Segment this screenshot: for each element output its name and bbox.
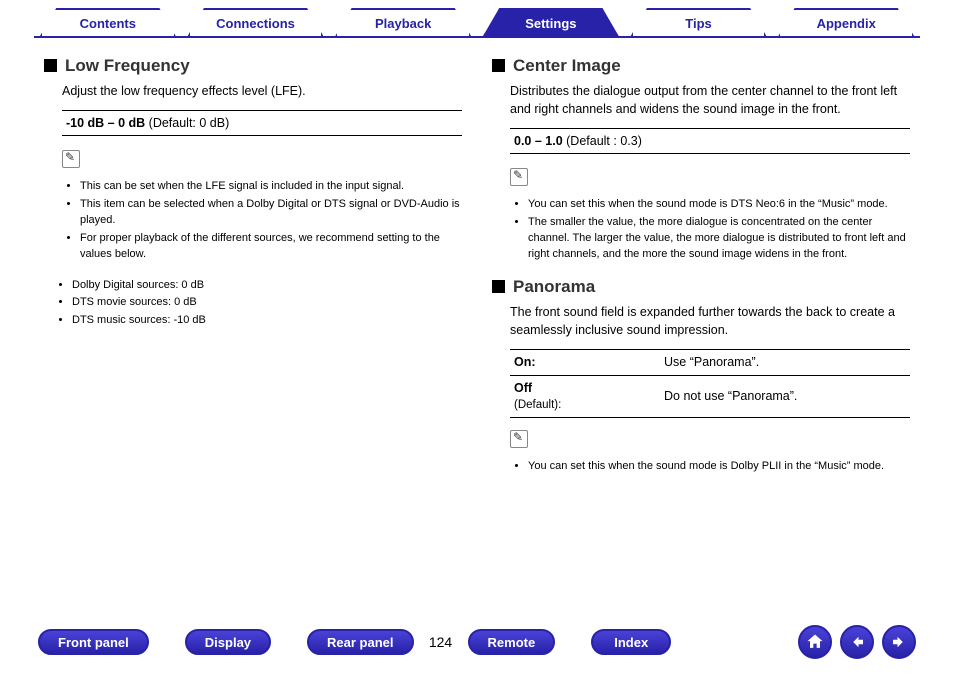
- top-tabs: Contents Connections Playback Settings T…: [34, 8, 920, 38]
- panorama-options: On: Use “Panorama”. Off(Default): Do not…: [510, 349, 910, 417]
- tab-appendix[interactable]: Appendix: [772, 8, 920, 34]
- panorama-option-off: Off(Default): Do not use “Panorama”.: [510, 376, 910, 418]
- home-icon: [805, 632, 825, 652]
- tab-tips[interactable]: Tips: [625, 8, 773, 34]
- rear-panel-button[interactable]: Rear panel: [307, 629, 413, 655]
- note-item: This item can be selected when a Dolby D…: [80, 197, 462, 229]
- panorama-desc: The front sound field is expanded furthe…: [510, 303, 910, 339]
- prev-button[interactable]: [840, 625, 874, 659]
- tab-connections[interactable]: Connections: [182, 8, 330, 34]
- left-column: Low Frequency Adjust the low frequency e…: [44, 56, 462, 603]
- note-icon: [510, 168, 528, 186]
- note-icon: [510, 430, 528, 448]
- low-frequency-range: -10 dB – 0 dB (Default: 0 dB): [62, 110, 462, 136]
- tab-settings[interactable]: Settings: [477, 8, 625, 34]
- note-item: You can set this when the sound mode is …: [528, 459, 910, 475]
- note-item: The smaller the value, the more dialogue…: [528, 215, 910, 263]
- note-item: You can set this when the sound mode is …: [528, 197, 910, 213]
- page-number: 124: [414, 634, 468, 650]
- center-image-desc: Distributes the dialogue output from the…: [510, 82, 910, 118]
- low-frequency-subnotes: Dolby Digital sources: 0 dB DTS movie so…: [44, 277, 462, 330]
- next-button[interactable]: [882, 625, 916, 659]
- arrow-left-icon: [848, 633, 866, 651]
- index-button[interactable]: Index: [591, 629, 671, 655]
- center-image-range: 0.0 – 1.0 (Default : 0.3): [510, 128, 910, 154]
- footer: Front panel Display Rear panel 124 Remot…: [38, 625, 916, 659]
- panorama-notes: You can set this when the sound mode is …: [514, 459, 910, 475]
- display-button[interactable]: Display: [185, 629, 271, 655]
- front-panel-button[interactable]: Front panel: [38, 629, 149, 655]
- remote-button[interactable]: Remote: [468, 629, 556, 655]
- low-frequency-notes: This can be set when the LFE signal is i…: [66, 179, 462, 263]
- section-low-frequency-title: Low Frequency: [44, 56, 462, 76]
- panorama-option-on: On: Use “Panorama”.: [510, 350, 910, 375]
- subnote-item: DTS movie sources: 0 dB: [72, 294, 462, 312]
- tab-playback[interactable]: Playback: [329, 8, 477, 34]
- note-icon: [62, 150, 80, 168]
- arrow-right-icon: [890, 633, 908, 651]
- note-item: This can be set when the LFE signal is i…: [80, 179, 462, 195]
- section-panorama-title: Panorama: [492, 277, 910, 297]
- page-content: Low Frequency Adjust the low frequency e…: [44, 56, 910, 603]
- right-column: Center Image Distributes the dialogue ou…: [492, 56, 910, 603]
- subnote-item: Dolby Digital sources: 0 dB: [72, 277, 462, 295]
- low-frequency-desc: Adjust the low frequency effects level (…: [62, 82, 462, 100]
- tab-contents[interactable]: Contents: [34, 8, 182, 34]
- subnote-item: DTS music sources: -10 dB: [72, 312, 462, 330]
- section-center-image-title: Center Image: [492, 56, 910, 76]
- note-item: For proper playback of the different sou…: [80, 231, 462, 263]
- home-button[interactable]: [798, 625, 832, 659]
- center-image-notes: You can set this when the sound mode is …: [514, 197, 910, 263]
